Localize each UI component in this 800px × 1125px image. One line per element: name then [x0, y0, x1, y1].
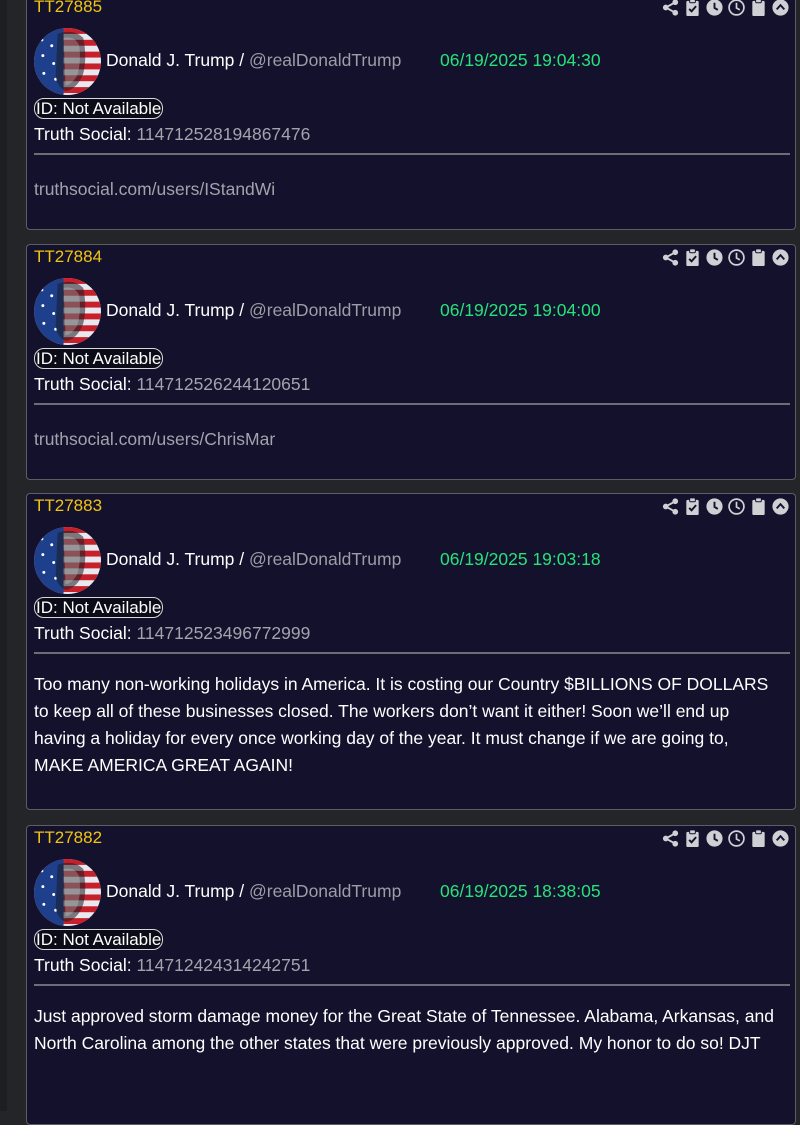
author-avatar[interactable]	[34, 859, 101, 926]
post-link[interactable]: truthsocial.com/users/ChrisMar	[34, 426, 777, 453]
clock-outline-icon[interactable]	[727, 497, 746, 516]
window-edge	[0, 0, 7, 1111]
post-divider	[34, 984, 790, 986]
post-tt-id[interactable]: TT27884	[34, 247, 102, 267]
truth-social-line: Truth Social: 114712424314242751	[34, 955, 310, 976]
post-divider	[34, 403, 790, 405]
author-separator: /	[234, 549, 249, 569]
author-name[interactable]: Donald J. Trump	[106, 881, 234, 901]
author-handle[interactable]: @realDonaldTrump	[249, 50, 401, 70]
post-timestamp[interactable]: 06/19/2025 19:04:00	[440, 300, 601, 321]
truth-social-label: Truth Social:	[34, 374, 132, 394]
post-actions	[661, 0, 790, 17]
truth-social-line: Truth Social: 114712526244120651	[34, 374, 310, 395]
clipboard-icon[interactable]	[749, 497, 768, 516]
author-handle[interactable]: @realDonaldTrump	[249, 881, 401, 901]
truth-social-line: Truth Social: 114712523496772999	[34, 623, 310, 644]
post-timestamp[interactable]: 06/19/2025 19:03:18	[440, 549, 601, 570]
post-card: TT27883 Donald J. Trump / @realDonaldTru…	[26, 493, 796, 810]
post-tt-id[interactable]: TT27883	[34, 496, 102, 516]
post-link[interactable]: truthsocial.com/users/IStandWi	[34, 176, 777, 203]
collapse-up-icon[interactable]	[771, 248, 790, 267]
clock-outline-icon[interactable]	[727, 829, 746, 848]
clipboard-check-icon[interactable]	[683, 829, 702, 848]
post-content: Too many non-working holidays in America…	[34, 674, 769, 775]
collapse-up-icon[interactable]	[771, 0, 790, 17]
author-avatar[interactable]	[34, 527, 101, 594]
post-actions	[661, 829, 790, 848]
clock-outline-icon[interactable]	[727, 248, 746, 267]
author-separator: /	[234, 300, 249, 320]
author-name[interactable]: Donald J. Trump	[106, 549, 234, 569]
post-card: TT27884 Donald J. Trump / @realDonaldTru…	[26, 244, 796, 480]
truth-social-label: Truth Social:	[34, 623, 132, 643]
collapse-up-icon[interactable]	[771, 497, 790, 516]
share-icon[interactable]	[661, 0, 680, 17]
author-separator: /	[234, 881, 249, 901]
author-handle[interactable]: @realDonaldTrump	[249, 300, 401, 320]
clock-solid-icon[interactable]	[705, 248, 724, 267]
truth-social-id[interactable]: 114712424314242751	[136, 955, 310, 975]
truth-social-label: Truth Social:	[34, 955, 132, 975]
post-actions	[661, 248, 790, 267]
id-badge: ID: Not Available	[34, 597, 164, 618]
author-line: Donald J. Trump / @realDonaldTrump	[106, 549, 401, 570]
share-icon[interactable]	[661, 497, 680, 516]
clock-outline-icon[interactable]	[727, 0, 746, 17]
clipboard-check-icon[interactable]	[683, 497, 702, 516]
id-badge: ID: Not Available	[34, 98, 164, 119]
post-timestamp[interactable]: 06/19/2025 19:04:30	[440, 50, 601, 71]
id-badge: ID: Not Available	[34, 929, 164, 950]
post-tt-id[interactable]: TT27882	[34, 828, 102, 848]
post-divider	[34, 153, 790, 155]
share-icon[interactable]	[661, 248, 680, 267]
clock-solid-icon[interactable]	[705, 497, 724, 516]
share-icon[interactable]	[661, 829, 680, 848]
clipboard-check-icon[interactable]	[683, 248, 702, 267]
truth-social-id[interactable]: 114712523496772999	[136, 623, 310, 643]
author-line: Donald J. Trump / @realDonaldTrump	[106, 300, 401, 321]
post-card: TT27885 Donald J. Trump / @realDonaldTru…	[26, 0, 796, 230]
author-name[interactable]: Donald J. Trump	[106, 300, 234, 320]
truth-social-id[interactable]: 114712528194867476	[136, 124, 310, 144]
clipboard-icon[interactable]	[749, 0, 768, 17]
id-badge: ID: Not Available	[34, 348, 164, 369]
truth-social-label: Truth Social:	[34, 124, 132, 144]
collapse-up-icon[interactable]	[771, 829, 790, 848]
author-separator: /	[234, 50, 249, 70]
truth-social-line: Truth Social: 114712528194867476	[34, 124, 310, 145]
author-avatar[interactable]	[34, 278, 101, 345]
post-card: TT27882 Donald J. Trump / @realDonaldTru…	[26, 825, 796, 1125]
post-tt-id[interactable]: TT27885	[34, 0, 102, 17]
author-line: Donald J. Trump / @realDonaldTrump	[106, 881, 401, 902]
post-actions	[661, 497, 790, 516]
clipboard-icon[interactable]	[749, 829, 768, 848]
author-name[interactable]: Donald J. Trump	[106, 50, 234, 70]
post-timestamp[interactable]: 06/19/2025 18:38:05	[440, 881, 601, 902]
author-handle[interactable]: @realDonaldTrump	[249, 549, 401, 569]
post-content: Just approved storm damage money for the…	[34, 1006, 774, 1053]
author-line: Donald J. Trump / @realDonaldTrump	[106, 50, 401, 71]
clock-solid-icon[interactable]	[705, 0, 724, 17]
clipboard-check-icon[interactable]	[683, 0, 702, 17]
truth-social-id[interactable]: 114712526244120651	[136, 374, 310, 394]
author-avatar[interactable]	[34, 28, 101, 95]
clipboard-icon[interactable]	[749, 248, 768, 267]
post-divider	[34, 652, 790, 654]
clock-solid-icon[interactable]	[705, 829, 724, 848]
